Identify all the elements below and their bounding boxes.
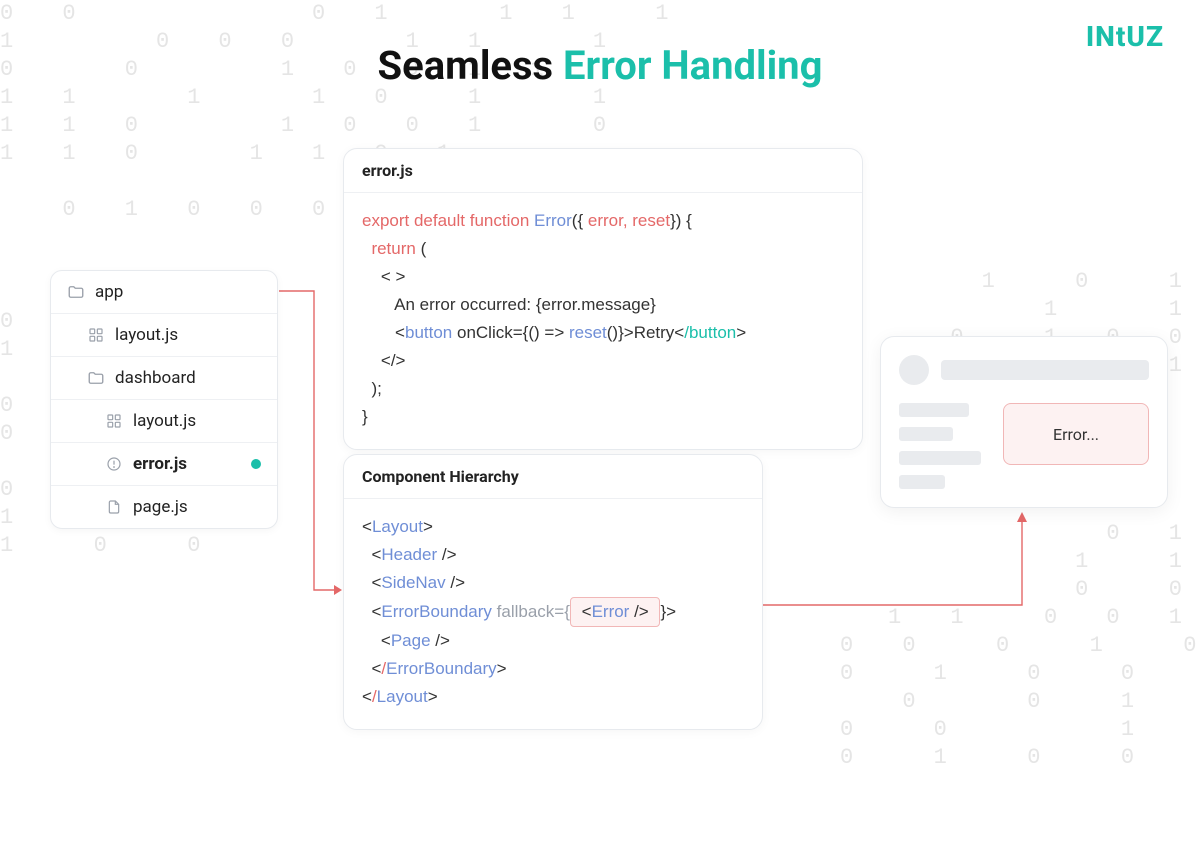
titlebar-placeholder	[941, 360, 1149, 380]
grid-icon	[87, 326, 105, 344]
file-tree-label: dashboard	[115, 368, 196, 388]
component-hierarchy-card: Component Hierarchy <Layout> <Header /> …	[343, 454, 763, 730]
file-tree: app layout.js dashboard layout.js error.…	[50, 270, 278, 529]
line-placeholder	[899, 427, 953, 441]
avatar-placeholder	[899, 355, 929, 385]
ui-mock-header	[899, 355, 1149, 385]
brand-logo: INtUZ	[1086, 20, 1164, 53]
file-tree-item-layout-nested[interactable]: layout.js	[51, 400, 277, 443]
file-tree-item-dashboard[interactable]: dashboard	[51, 357, 277, 400]
line-placeholder	[899, 475, 945, 489]
errorjs-code-card: error.js export default function Error({…	[343, 148, 863, 450]
heading-accent: Error Handling	[563, 42, 822, 89]
ui-mock-body: Error...	[899, 403, 1149, 489]
card-header: Component Hierarchy	[344, 455, 762, 499]
error-fallback-highlight: <Error />	[570, 597, 661, 627]
connector-left	[278, 290, 348, 600]
connector-right	[762, 508, 1042, 608]
file-tree-label: layout.js	[133, 411, 196, 431]
page-title: Seamless Error Handling	[378, 42, 823, 89]
file-tree-item-error[interactable]: error.js	[51, 443, 277, 486]
active-dot-icon	[251, 459, 261, 469]
folder-icon	[87, 369, 105, 387]
file-tree-item-app[interactable]: app	[51, 271, 277, 314]
line-placeholder	[899, 403, 969, 417]
file-tree-item-page[interactable]: page.js	[51, 486, 277, 528]
error-display-box: Error...	[1003, 403, 1149, 465]
sidenav-placeholder	[899, 403, 989, 489]
line-placeholder	[899, 451, 981, 465]
error-label: Error...	[1053, 425, 1099, 444]
file-tree-label: error.js	[133, 454, 187, 474]
grid-icon	[105, 412, 123, 430]
file-tree-item-layout[interactable]: layout.js	[51, 314, 277, 357]
code-body: export default function Error({ error, r…	[344, 193, 862, 449]
folder-icon	[67, 283, 85, 301]
file-tree-label: page.js	[133, 497, 188, 517]
file-tree-label: layout.js	[115, 325, 178, 345]
ui-preview-mock: Error...	[880, 336, 1168, 508]
heading-plain: Seamless	[378, 42, 564, 89]
card-header: error.js	[344, 149, 862, 193]
alert-icon	[105, 455, 123, 473]
file-tree-label: app	[95, 282, 123, 302]
code-body: <Layout> <Header /> <SideNav /> <ErrorBo…	[344, 499, 762, 729]
file-icon	[105, 498, 123, 516]
